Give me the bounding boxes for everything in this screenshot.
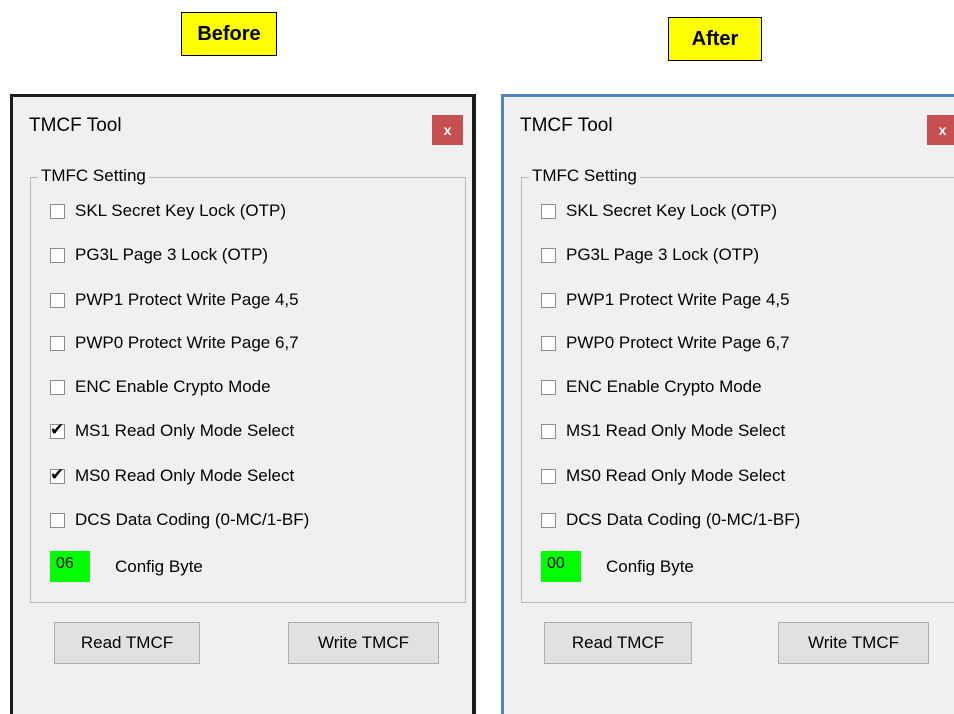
config-byte-value: 06 <box>50 551 90 582</box>
option-skl[interactable]: SKL Secret Key Lock (OTP) <box>50 199 286 223</box>
option-ms1[interactable]: ✔ MS1 Read Only Mode Select <box>50 419 294 443</box>
option-dcs[interactable]: DCS Data Coding (0-MC/1-BF) <box>541 508 800 532</box>
group-label: TMFC Setting <box>38 166 149 186</box>
option-label: SKL Secret Key Lock (OTP) <box>75 201 286 220</box>
option-label: PWP0 Protect Write Page 6,7 <box>75 333 299 352</box>
read-tmcf-button[interactable]: Read TMCF <box>54 622 200 664</box>
option-label: PWP0 Protect Write Page 6,7 <box>566 333 790 352</box>
checkbox[interactable] <box>541 292 556 308</box>
option-enc[interactable]: ENC Enable Crypto Mode <box>50 375 271 399</box>
option-pg3l[interactable]: PG3L Page 3 Lock (OTP) <box>50 243 268 267</box>
option-label: DCS Data Coding (0-MC/1-BF) <box>566 510 801 529</box>
config-byte-label: Config Byte <box>115 556 203 576</box>
option-pwp1[interactable]: PWP1 Protect Write Page 4,5 <box>50 288 299 312</box>
option-label: ENC Enable Crypto Mode <box>75 377 271 396</box>
option-label: MS0 Read Only Mode Select <box>75 466 295 485</box>
config-byte: 00 Config Byte <box>541 551 694 582</box>
checkbox[interactable]: ✔ <box>50 465 65 485</box>
checkbox[interactable] <box>541 468 556 484</box>
option-pwp0[interactable]: PWP0 Protect Write Page 6,7 <box>541 331 790 355</box>
checkbox[interactable] <box>50 292 65 308</box>
checkbox[interactable] <box>541 512 556 528</box>
option-label: PG3L Page 3 Lock (OTP) <box>75 245 269 264</box>
option-label: PWP1 Protect Write Page 4,5 <box>566 290 790 309</box>
read-tmcf-button[interactable]: Read TMCF <box>544 622 692 664</box>
option-label: MS1 Read Only Mode Select <box>566 421 786 440</box>
checkbox[interactable] <box>541 423 556 439</box>
option-ms0[interactable]: ✔ MS0 Read Only Mode Select <box>50 464 294 488</box>
checkbox[interactable] <box>541 203 556 219</box>
checkbox[interactable] <box>541 379 556 395</box>
checkbox[interactable] <box>541 335 556 351</box>
option-label: DCS Data Coding (0-MC/1-BF) <box>75 510 310 529</box>
option-enc[interactable]: ENC Enable Crypto Mode <box>541 375 762 399</box>
after-caption: After <box>668 17 762 61</box>
config-byte-label: Config Byte <box>606 556 694 576</box>
option-ms0[interactable]: MS0 Read Only Mode Select <box>541 464 785 488</box>
checkbox[interactable] <box>541 247 556 263</box>
option-ms1[interactable]: MS1 Read Only Mode Select <box>541 419 785 443</box>
window-title: TMCF Tool <box>520 115 613 136</box>
option-label: PWP1 Protect Write Page 4,5 <box>75 290 299 309</box>
before-caption: Before <box>181 12 277 56</box>
option-label: ENC Enable Crypto Mode <box>566 377 762 396</box>
option-pwp0[interactable]: PWP0 Protect Write Page 6,7 <box>50 331 299 355</box>
checkbox[interactable]: ✔ <box>50 420 65 440</box>
checkbox[interactable] <box>50 247 65 263</box>
close-button[interactable]: x <box>432 115 463 145</box>
dialog-after: TMCF Tool x TMFC Setting SKL Secret Key … <box>501 94 954 714</box>
config-byte-value: 00 <box>541 551 581 582</box>
checkbox[interactable] <box>50 335 65 351</box>
group-label: TMFC Setting <box>529 166 640 186</box>
option-label: PG3L Page 3 Lock (OTP) <box>566 245 760 264</box>
close-button[interactable]: x <box>927 115 954 145</box>
check-mark-icon: ✔ <box>50 464 65 485</box>
config-byte: 06 Config Byte <box>50 551 203 582</box>
checkbox[interactable] <box>50 512 65 528</box>
settings-group: TMFC Setting SKL Secret Key Lock (OTP) P… <box>30 166 466 603</box>
option-pg3l[interactable]: PG3L Page 3 Lock (OTP) <box>541 243 759 267</box>
write-tmcf-button[interactable]: Write TMCF <box>288 622 439 664</box>
check-mark-icon: ✔ <box>50 419 65 440</box>
window-title: TMCF Tool <box>29 115 122 136</box>
option-dcs[interactable]: DCS Data Coding (0-MC/1-BF) <box>50 508 309 532</box>
dialog-before: TMCF Tool x TMFC Setting SKL Secret Key … <box>10 94 476 714</box>
option-label: SKL Secret Key Lock (OTP) <box>566 201 777 220</box>
checkbox[interactable] <box>50 379 65 395</box>
checkbox[interactable] <box>50 203 65 219</box>
option-skl[interactable]: SKL Secret Key Lock (OTP) <box>541 199 777 223</box>
option-label: MS0 Read Only Mode Select <box>566 466 786 485</box>
option-pwp1[interactable]: PWP1 Protect Write Page 4,5 <box>541 288 790 312</box>
option-label: MS1 Read Only Mode Select <box>75 421 295 440</box>
settings-group: TMFC Setting SKL Secret Key Lock (OTP) P… <box>521 166 954 603</box>
write-tmcf-button[interactable]: Write TMCF <box>778 622 929 664</box>
